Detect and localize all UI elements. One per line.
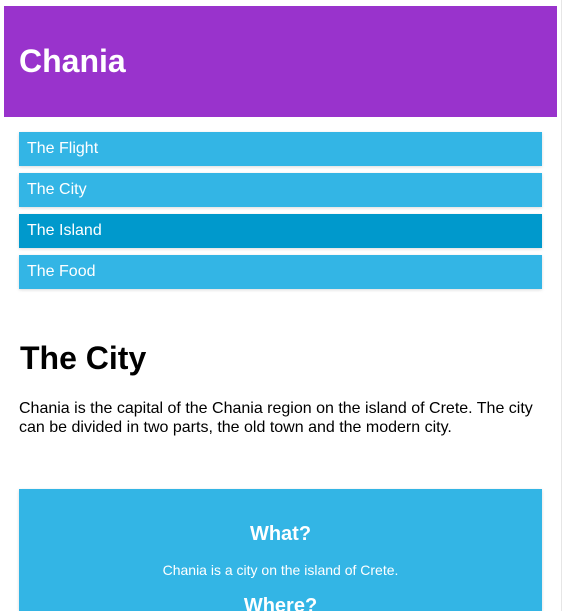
what-text: Chania is a city on the island of Crete. xyxy=(162,562,399,578)
what-heading: What? xyxy=(249,523,312,545)
section-heading: The City xyxy=(20,340,147,376)
where-heading: Where? xyxy=(243,595,318,611)
nav-menu: The Flight The City The Island The Food xyxy=(19,132,542,296)
menu-item-the-food[interactable]: The Food xyxy=(19,255,542,289)
facts-panel: What? Chania is a city on the island of … xyxy=(19,489,542,611)
site-title: Chania xyxy=(19,43,126,79)
menu-item-the-island[interactable]: The Island xyxy=(19,214,542,248)
vertical-scrollbar[interactable] xyxy=(561,0,567,611)
menu-item-the-flight[interactable]: The Flight xyxy=(19,132,542,166)
section-paragraph: Chania is the capital of the Chania regi… xyxy=(19,400,533,436)
main-content: The City Chania is the capital of the Ch… xyxy=(19,340,542,437)
page-header: Chania xyxy=(4,6,557,117)
menu-item-the-city[interactable]: The City xyxy=(19,173,542,207)
